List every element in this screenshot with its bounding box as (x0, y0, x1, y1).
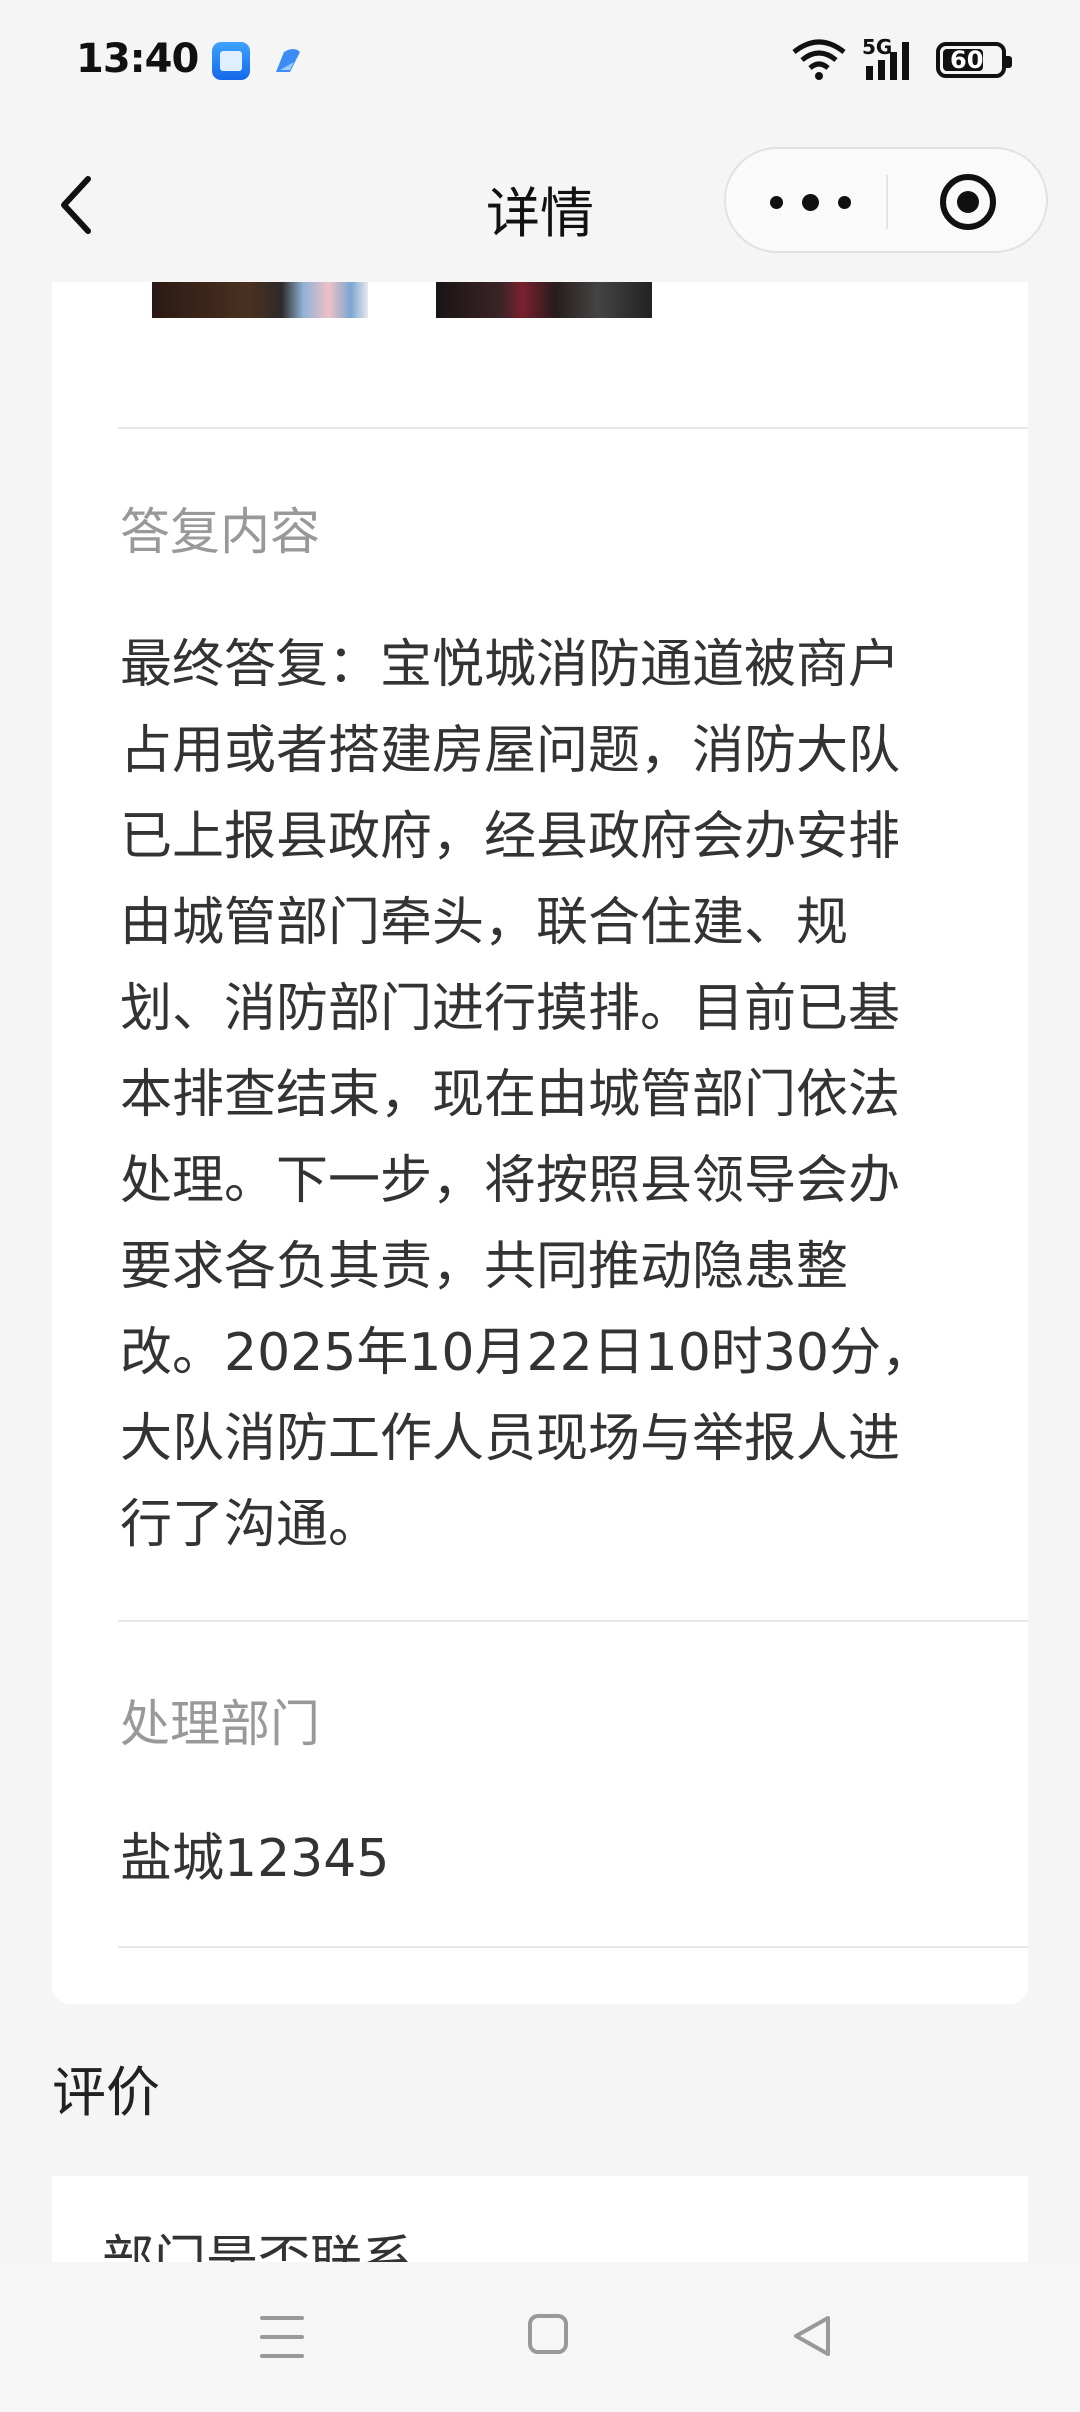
battery-level: 60 (950, 46, 984, 74)
divider (118, 1946, 1028, 1948)
reply-content: 最终答复：宝悦城消防通道被商户占用或者搭建房屋问题，消防大队已上报县政府，经县政… (120, 635, 934, 1555)
miniprogram-capsule (724, 147, 1048, 253)
status-time: 13:40 (76, 36, 199, 82)
back-icon[interactable] (790, 2312, 834, 2360)
network-label: 5G (862, 36, 892, 59)
signal-5g-icon: 5G (862, 36, 909, 80)
app-notification-icon (212, 42, 250, 80)
battery-icon: 60 (936, 42, 1012, 78)
evaluation-title: 评价 (52, 2061, 160, 2124)
system-nav-bar (0, 2262, 1080, 2412)
menu-icon[interactable] (260, 2314, 304, 2360)
detail-card: 答复内容 最终答复：宝悦城消防通道被商户占用或者搭建房屋问题，消防大队已上报县政… (52, 282, 1028, 2004)
reply-label: 答复内容 (120, 503, 320, 561)
attachment-thumbnail[interactable] (152, 282, 368, 318)
wifi-icon (792, 39, 846, 80)
home-icon[interactable] (528, 2314, 568, 2354)
app-notification-icon (276, 49, 300, 72)
status-bar: 13:40 5G 60 (0, 0, 1080, 125)
dept-label: 处理部门 (120, 1695, 320, 1753)
dept-value: 盐城12345 (120, 1829, 390, 1889)
capsule-divider (886, 175, 888, 229)
divider (118, 427, 1028, 429)
close-target-icon[interactable] (938, 172, 998, 232)
attachment-thumbnail[interactable] (436, 282, 652, 318)
more-dots-icon[interactable] (766, 175, 856, 229)
nav-bar: 详情 (0, 125, 1080, 275)
divider (118, 1620, 1028, 1622)
